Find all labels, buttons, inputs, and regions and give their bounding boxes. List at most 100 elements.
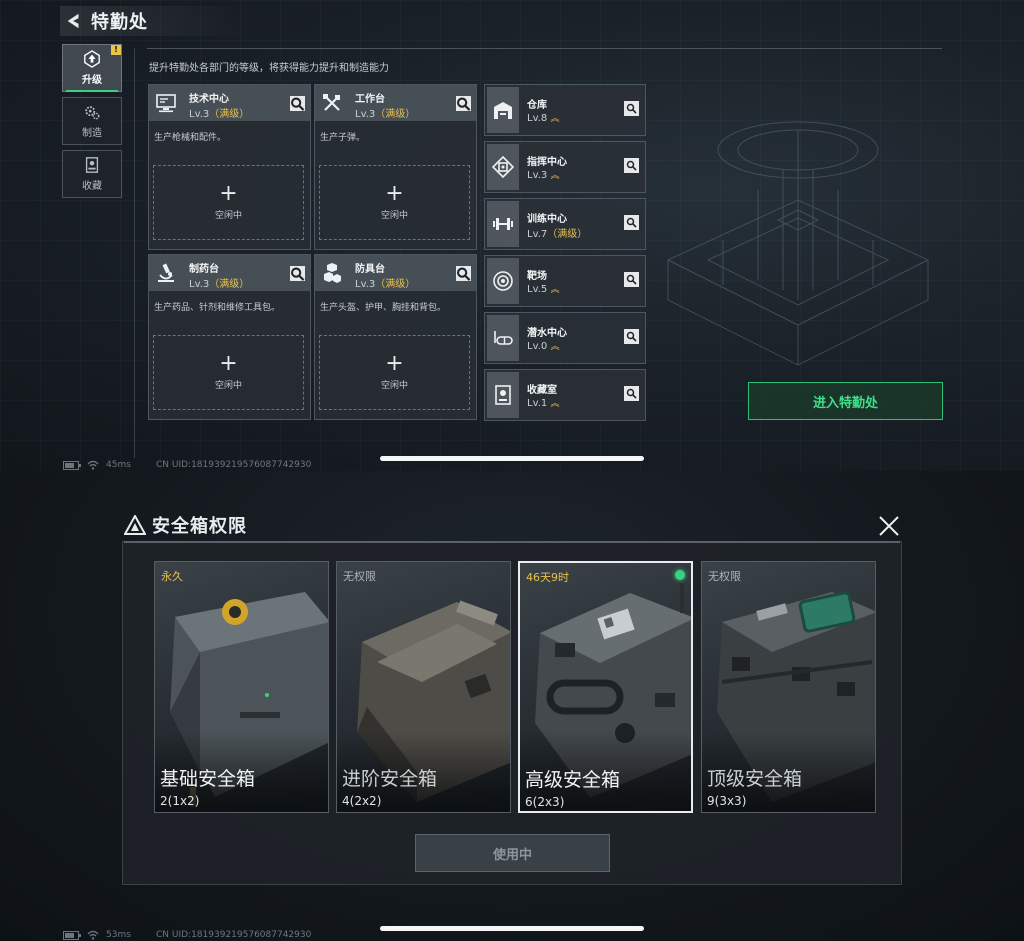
workstation-armor-bench[interactable]: 防具台 Lv.3（满级） 生产头盔、护甲、胸挂和背包。 + 空闲中 [314,254,477,420]
search-icon[interactable] [290,266,305,281]
department-icon-frame [487,258,519,304]
department-shooting-range[interactable]: 靶场 Lv.5 ︽ [484,255,646,307]
safe-box-capacity: 2(1x2) [160,794,200,808]
safe-box-capacity: 9(3x3) [707,794,747,808]
production-slot[interactable]: + 空闲中 [153,165,304,240]
tools-icon [323,94,340,111]
nav-upgrade-label: 升级 [82,75,102,86]
permission-status: 无权限 [343,570,376,583]
department-name: 潜水中心 [527,328,567,339]
permission-status: 46天9时 [526,571,569,584]
add-icon: + [385,181,404,206]
workstation-pharmacy[interactable]: 制药台 Lv.3（满级） 生产药品、针剂和维修工具包。 + 空闲中 [148,254,311,420]
nav-upgrade[interactable]: ! 升级 [62,44,122,92]
in-use-button[interactable]: 使用中 [415,834,610,872]
workstation-workbench[interactable]: 工作台 Lv.3（满级） 生产子弹。 + 空闲中 [314,84,477,250]
department-level: Lv.5 ︽ [527,284,560,295]
upgrade-available-icon: ︽ [550,114,560,124]
divider [134,48,135,458]
safe-box-name: 顶级安全箱 [707,768,803,790]
safe-box-card-elite[interactable]: 无权限 顶级安全箱 9(3x3) [701,561,876,813]
permission-status: 永久 [161,570,183,583]
add-icon: + [385,351,404,376]
divider [124,541,900,543]
home-indicator[interactable] [380,926,644,931]
department-name: 仓库 [527,100,547,111]
department-level: Lv.0 ︽ [527,341,560,352]
safe-box-name: 进阶安全箱 [342,768,438,790]
production-slot[interactable]: + 空闲中 [319,165,470,240]
search-icon[interactable] [624,329,639,344]
gears-icon [85,106,100,120]
department-level: Lv.1 ︽ [527,398,560,409]
wifi-icon [87,930,99,940]
uid-readout: CN UID:181939219576087742930 [156,460,312,470]
department-name: 靶场 [527,271,547,282]
department-icon-frame [487,144,519,190]
safe-box-card-premium[interactable]: 46天9时 高级安全箱 6(2x3) [518,561,693,813]
alert-badge: ! [111,45,121,55]
search-icon[interactable] [624,386,639,401]
page-description: 提升特勤处各部门的等级，将获得能力提升和制造能力 [149,63,389,74]
department-training-center[interactable]: 训练中心 Lv.7（满级） [484,198,646,250]
department-level: Lv.8 ︽ [527,113,560,124]
page-title: 特勤处 [91,12,148,33]
safe-box-capacity: 6(2x3) [525,795,565,809]
home-indicator[interactable] [380,456,644,461]
search-icon[interactable] [624,272,639,287]
workstation-level: Lv.3（满级） [189,109,250,120]
header-bar: 特勤处 [60,6,250,36]
search-icon[interactable] [456,266,471,281]
workstation-header: 制药台 Lv.3（满级） [149,255,310,291]
safe-box-card-advanced[interactable]: 无权限 进阶安全箱 4(2x2) [336,561,511,813]
microscope-icon [158,263,174,282]
workstation-level: Lv.3（满级） [355,279,416,290]
permission-status: 无权限 [708,570,741,583]
ping-readout: 53ms [106,930,131,940]
wifi-icon [87,460,99,470]
search-icon[interactable] [456,96,471,111]
workstation-tech-center[interactable]: 技术中心 Lv.3（满级） 生产枪械和配件。 + 空闲中 [148,84,311,250]
nav-collection[interactable]: 收藏 [62,150,122,198]
slot-status: 空闲中 [214,381,242,391]
nav-manufacture-label: 制造 [82,128,102,139]
diving-icon [494,331,513,345]
workstation-description: 生产药品、针剂和维修工具包。 [154,303,281,313]
department-diving-center[interactable]: 潜水中心 Lv.0 ︽ [484,312,646,364]
department-name: 收藏室 [527,385,557,396]
add-icon: + [219,351,238,376]
slot-status: 空闲中 [380,381,408,391]
department-level: Lv.3 ︽ [527,170,560,181]
back-arrow-icon[interactable] [65,12,83,30]
workstation-level: Lv.3（满级） [355,109,416,120]
production-slot[interactable]: + 空闲中 [153,335,304,410]
safe-box-capacity: 4(2x2) [342,794,382,808]
safe-box-card-basic[interactable]: 永久 基础安全箱 2(1x2) [154,561,329,813]
upgrade-icon [84,50,100,68]
enter-special-ops-button[interactable]: 进入特勤处 [748,382,943,420]
collection-icon [85,157,99,173]
department-icon-frame [487,201,519,247]
production-slot[interactable]: + 空闲中 [319,335,470,410]
department-icon-frame [487,315,519,361]
department-name: 指挥中心 [527,157,567,168]
search-icon[interactable] [624,158,639,173]
workstation-name: 技术中心 [189,94,229,105]
department-collection-room[interactable]: 收藏室 Lv.1 ︽ [484,369,646,421]
modal-header: 安全箱权限 [124,513,247,537]
search-icon[interactable] [290,96,305,111]
safe-box-name: 基础安全箱 [160,768,256,790]
department-command-center[interactable]: 指挥中心 Lv.3 ︽ [484,141,646,193]
workstation-header: 技术中心 Lv.3（满级） [149,85,310,121]
nav-manufacture[interactable]: 制造 [62,97,122,145]
workstation-description: 生产枪械和配件。 [154,133,227,143]
target-icon [493,271,513,291]
uid-readout: CN UID:181939219576087742930 [156,930,312,940]
workstation-description: 生产头盔、护甲、胸挂和背包。 [320,303,447,313]
chip-icon [492,156,514,178]
department-warehouse[interactable]: 仓库 Lv.8 ︽ [484,84,646,136]
search-icon[interactable] [624,101,639,116]
department-icon-frame [487,87,519,133]
search-icon[interactable] [624,215,639,230]
close-icon[interactable] [876,513,902,539]
